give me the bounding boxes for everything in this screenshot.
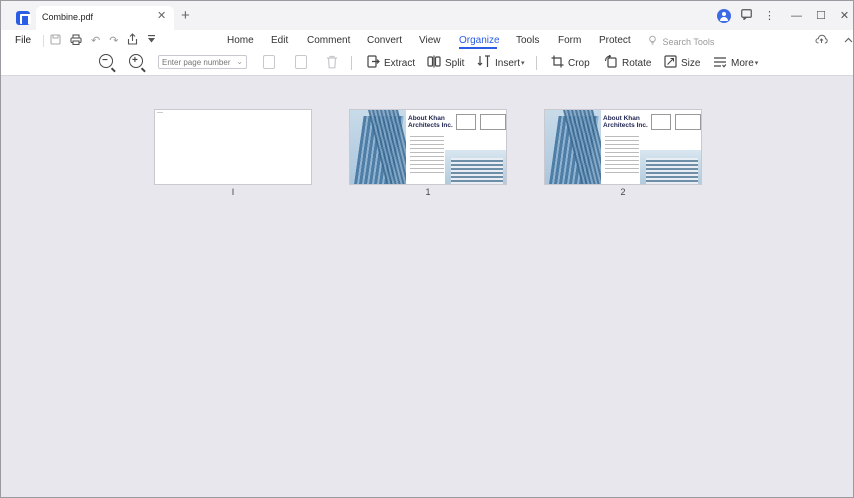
insert-label: Insert bbox=[495, 57, 521, 69]
info-box bbox=[480, 114, 506, 130]
menu-form[interactable]: Form bbox=[558, 35, 581, 46]
split-icon bbox=[427, 55, 441, 71]
menu-bar: File ↶ ↷ Home Edit Comment Convert View bbox=[1, 30, 853, 50]
crop-icon bbox=[551, 55, 564, 71]
share-icon[interactable] bbox=[127, 33, 138, 49]
file-menu[interactable]: File bbox=[15, 35, 31, 46]
size-label: Size bbox=[681, 57, 701, 69]
extract-button[interactable]: Extract bbox=[367, 55, 415, 71]
more-button[interactable]: More ▾ bbox=[713, 55, 758, 71]
search-tools[interactable]: Search Tools bbox=[648, 35, 714, 47]
app-window: Combine.pdf ✕ + ⋮ — ☐ ✕ File ↶ ↷ Home Ed… bbox=[0, 0, 854, 498]
more-label: More bbox=[731, 57, 754, 69]
toolbar-divider bbox=[536, 56, 537, 70]
page-thumbnail-1[interactable]: About Khan Architects Inc. bbox=[349, 109, 507, 185]
toolbar-divider bbox=[351, 56, 352, 70]
extract-label: Extract bbox=[384, 57, 416, 69]
info-box bbox=[651, 114, 671, 130]
organize-toolbar: − + ⌄ Extract Split Inser bbox=[1, 50, 853, 76]
page-title-text: About Khan Architects Inc. bbox=[408, 115, 453, 129]
chevron-down-icon: ▾ bbox=[521, 60, 525, 67]
size-icon bbox=[664, 55, 677, 71]
info-box bbox=[675, 114, 701, 130]
insert-blank-page-icon[interactable] bbox=[263, 55, 275, 69]
chevron-down-icon: ▾ bbox=[754, 60, 759, 67]
undo-icon[interactable]: ↶ bbox=[91, 34, 100, 48]
close-tab-icon[interactable]: ✕ bbox=[157, 11, 166, 22]
quick-access-toolbar: ↶ ↷ bbox=[43, 33, 156, 49]
menu-home[interactable]: Home bbox=[227, 35, 254, 46]
page-number-dropdown[interactable]: ⌄ bbox=[158, 55, 247, 69]
cloud-upload-icon[interactable] bbox=[815, 34, 828, 47]
close-window-button[interactable]: ✕ bbox=[840, 9, 849, 23]
title-bar-icons: ⋮ bbox=[717, 8, 775, 24]
menu-protect[interactable]: Protect bbox=[599, 35, 631, 46]
minimize-button[interactable]: — bbox=[791, 9, 802, 23]
body-text-lines bbox=[410, 136, 444, 176]
info-box bbox=[456, 114, 476, 130]
menu-convert[interactable]: Convert bbox=[367, 35, 402, 46]
page-label: 2 bbox=[620, 187, 626, 197]
zoom-in-button[interactable]: + bbox=[129, 54, 143, 68]
size-button[interactable]: Size bbox=[664, 55, 700, 71]
building-image bbox=[545, 110, 601, 184]
more-vertical-icon[interactable]: ⋮ bbox=[764, 9, 775, 23]
search-tools-label: Search Tools bbox=[662, 37, 715, 47]
page-label: 1 bbox=[425, 187, 431, 197]
chat-icon[interactable] bbox=[741, 8, 752, 24]
rotate-icon bbox=[604, 54, 618, 71]
page-thumbnail-blank[interactable] bbox=[154, 109, 312, 185]
active-menu-indicator bbox=[459, 47, 497, 49]
customize-toolbar-icon[interactable] bbox=[147, 34, 156, 48]
lightbulb-icon bbox=[648, 35, 660, 47]
split-label: Split bbox=[445, 57, 465, 69]
window-controls: — ☐ ✕ bbox=[791, 9, 849, 23]
chevron-down-icon[interactable]: ⌄ bbox=[236, 56, 243, 68]
delete-page-icon[interactable] bbox=[326, 55, 338, 72]
title-bar: Combine.pdf ✕ + ⋮ — ☐ ✕ bbox=[1, 1, 853, 30]
split-button[interactable]: Split bbox=[427, 55, 464, 71]
building-image bbox=[350, 110, 406, 184]
maximize-button[interactable]: ☐ bbox=[816, 9, 826, 23]
page-title-text: About Khan Architects Inc. bbox=[603, 115, 648, 129]
building-image bbox=[640, 150, 701, 184]
account-icon[interactable] bbox=[717, 9, 731, 23]
building-image bbox=[445, 150, 506, 184]
document-tab[interactable]: Combine.pdf ✕ bbox=[36, 6, 174, 30]
page-thumbnail-2[interactable]: About Khan Architects Inc. bbox=[544, 109, 702, 185]
menu-view[interactable]: View bbox=[419, 35, 441, 46]
app-logo-icon[interactable] bbox=[16, 11, 31, 25]
menu-tools[interactable]: Tools bbox=[516, 35, 539, 46]
minus-icon: − bbox=[102, 55, 108, 66]
insert-button[interactable]: Insert ▾ bbox=[477, 55, 525, 71]
save-icon[interactable] bbox=[50, 33, 61, 49]
collapse-ribbon-icon[interactable] bbox=[844, 34, 853, 47]
page-header-mark bbox=[157, 112, 163, 113]
new-tab-button[interactable]: + bbox=[181, 8, 190, 23]
page-label: I bbox=[231, 187, 235, 197]
menu-right-icons bbox=[815, 34, 853, 47]
tab-title: Combine.pdf bbox=[42, 12, 94, 22]
rotate-button[interactable]: Rotate bbox=[604, 54, 652, 71]
print-icon[interactable] bbox=[70, 33, 82, 49]
extract-icon bbox=[367, 55, 380, 71]
page-number-input[interactable] bbox=[162, 56, 236, 68]
body-text-lines bbox=[605, 136, 639, 176]
zoom-out-button[interactable]: − bbox=[99, 54, 113, 68]
more-menu-icon bbox=[713, 56, 727, 71]
replace-page-icon[interactable] bbox=[295, 55, 307, 69]
rotate-label: Rotate bbox=[622, 57, 652, 69]
menu-edit[interactable]: Edit bbox=[271, 35, 288, 46]
divider bbox=[43, 35, 44, 47]
menu-comment[interactable]: Comment bbox=[307, 35, 350, 46]
crop-button[interactable]: Crop bbox=[551, 55, 590, 71]
menu-organize[interactable]: Organize bbox=[459, 35, 500, 46]
redo-icon[interactable]: ↷ bbox=[109, 34, 118, 48]
crop-label: Crop bbox=[568, 57, 590, 69]
plus-icon: + bbox=[132, 55, 138, 66]
insert-icon bbox=[477, 55, 491, 71]
